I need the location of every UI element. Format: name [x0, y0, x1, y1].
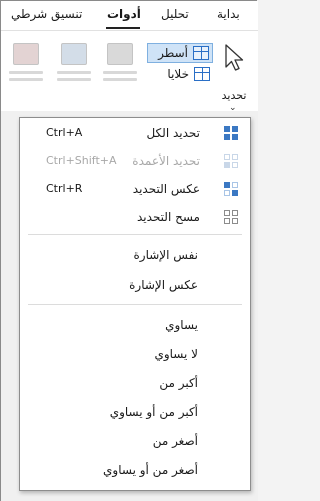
menu-item-label: مسح التحديد — [137, 210, 200, 224]
obscured-ribbon-group — [1, 39, 143, 101]
menu-item-shortcut: Ctrl+R — [46, 182, 83, 195]
menu-item-less-or-equal[interactable]: أصغر من أو يساوي — [20, 457, 250, 485]
menu-item-shortcut: Ctrl+A — [46, 126, 83, 139]
tab-analysis[interactable]: تحليل — [161, 7, 189, 21]
menu-item-not-equal[interactable]: لا يساوي — [20, 341, 250, 369]
menu-item-same-sign[interactable]: نفس الإشارة — [20, 242, 250, 270]
obscured-ribbon-item — [53, 43, 95, 95]
grid-full-icon — [224, 126, 239, 141]
grid-invert-icon — [224, 182, 239, 197]
menu-item-label: نفس الإشارة — [133, 248, 199, 262]
cells-icon — [194, 67, 210, 81]
tab-tools[interactable]: أدوات — [107, 7, 141, 21]
obscured-ribbon-item — [99, 43, 141, 95]
menu-item-label: عكس الإشارة — [129, 278, 198, 292]
grid-clear-icon — [224, 210, 239, 225]
selection-menu: تحديد الكل Ctrl+A تحديد الأعمدة Ctrl+Shi… — [19, 117, 251, 491]
menu-item-label: أصغر من — [152, 434, 198, 448]
menu-separator — [28, 304, 242, 305]
menu-separator — [28, 234, 242, 235]
menu-item-greater-or-equal[interactable]: أكبر من أو يساوي — [20, 399, 250, 427]
menu-item-label: لا يساوي — [154, 347, 198, 361]
menu-item-select-all[interactable]: تحديد الكل Ctrl+A — [20, 120, 250, 148]
table-icon — [61, 43, 87, 65]
tab-conditional-formatting[interactable]: تنسيق شرطي — [11, 7, 82, 21]
select-button-label: تحديد — [221, 89, 247, 102]
ribbon-tabs: بداية تحليل أدوات تنسيق شرطي — [1, 1, 258, 31]
cells-button-label: خلايا — [167, 67, 189, 81]
select-button[interactable]: تحديد ⌄ — [217, 39, 251, 113]
grid-columns-icon — [224, 154, 239, 169]
cursor-icon — [225, 44, 244, 71]
active-tab-indicator — [106, 27, 140, 29]
table-icon — [13, 43, 39, 65]
rows-button[interactable]: أسطر — [147, 43, 213, 63]
menu-item-label: يساوي — [165, 318, 198, 332]
menu-item-opposite-sign[interactable]: عكس الإشارة — [20, 272, 250, 300]
menu-item-select-columns[interactable]: تحديد الأعمدة Ctrl+Shift+A — [20, 148, 250, 176]
tab-home[interactable]: بداية — [217, 7, 240, 21]
menu-item-label: تحديد الأعمدة — [132, 154, 200, 168]
menu-item-label: أكبر من أو يساوي — [109, 405, 198, 419]
menu-item-shortcut: Ctrl+Shift+A — [46, 154, 117, 167]
menu-item-greater-than[interactable]: أكبر من — [20, 370, 250, 398]
menu-item-label: تحديد الكل — [146, 126, 200, 140]
ribbon: تحديد ⌄ أسطر خلايا — [1, 31, 258, 113]
cells-button[interactable]: خلايا — [147, 65, 213, 85]
menu-item-clear-selection[interactable]: مسح التحديد — [20, 204, 250, 232]
menu-item-equal[interactable]: يساوي — [20, 312, 250, 340]
menu-item-label: عكس التحديد — [132, 182, 200, 196]
menu-item-label: أصغر من أو يساوي — [103, 463, 198, 477]
menu-item-label: أكبر من — [159, 376, 198, 390]
menu-item-less-than[interactable]: أصغر من — [20, 428, 250, 456]
table-icon — [107, 43, 133, 65]
menu-item-invert-selection[interactable]: عكس التحديد Ctrl+R — [20, 176, 250, 204]
obscured-ribbon-item — [5, 43, 47, 95]
rows-button-label: أسطر — [158, 46, 188, 60]
rows-icon — [193, 46, 209, 60]
